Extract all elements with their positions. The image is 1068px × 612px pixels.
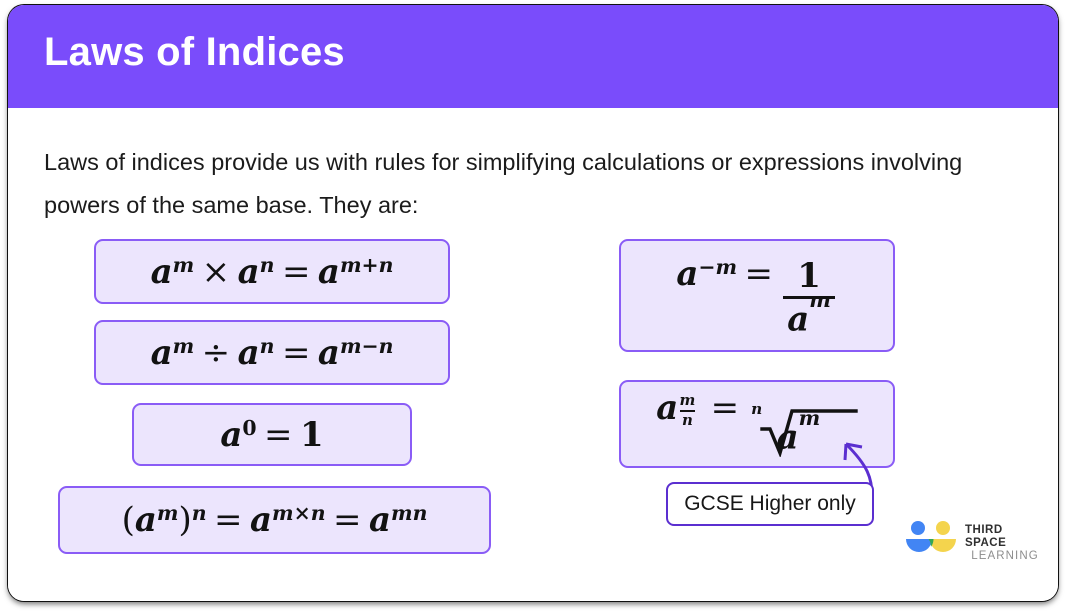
slide-body: Laws of indices provide us with rules fo… xyxy=(8,108,1058,601)
logo-wordmark: THIRD SPACE LEARNING xyxy=(965,524,1045,563)
equals-sign: = xyxy=(333,500,362,540)
root-index: n xyxy=(751,400,763,419)
base: a xyxy=(676,254,699,294)
formula-box-power-of-power: (a m) n = a m×n = a mn xyxy=(58,486,491,554)
formula-box-division: a m ÷ a n = a m−n xyxy=(94,320,450,385)
exponent: m xyxy=(809,288,831,313)
exponent: −m xyxy=(698,255,738,280)
base: a xyxy=(317,332,340,373)
base: a xyxy=(220,414,243,455)
slide-header: Laws of Indices xyxy=(8,5,1058,108)
exponent-numerator: m xyxy=(679,390,696,409)
base: a xyxy=(776,417,799,458)
formula-power-of-power: (a m) n = a m×n = a mn xyxy=(122,503,428,537)
divide-operator: ÷ xyxy=(201,332,231,373)
inner-exponent: m xyxy=(156,501,179,526)
slide-card: Laws of Indices Laws of indices provide … xyxy=(8,5,1058,601)
formula-division: a m ÷ a n = a m−n xyxy=(150,332,394,373)
exponent: m xyxy=(798,406,821,431)
exponent: n xyxy=(259,252,275,277)
formula-box-zero-index: a 0 = 1 xyxy=(132,403,412,466)
base: a xyxy=(368,500,391,540)
base: a xyxy=(656,388,679,428)
equals-sign: = xyxy=(214,500,243,540)
base: a xyxy=(787,298,810,339)
callout-label: GCSE Higher only xyxy=(684,492,856,515)
page-title: Laws of Indices xyxy=(44,30,345,74)
equals-sign: = xyxy=(710,388,740,428)
fractional-exponent: mn xyxy=(679,390,696,430)
base: a xyxy=(237,251,260,292)
open-paren: ( xyxy=(121,500,135,540)
intro-paragraph: Laws of indices provide us with rules fo… xyxy=(44,149,963,218)
exponent: 0 xyxy=(242,415,257,440)
formula-zero-index: a 0 = 1 xyxy=(220,414,324,455)
formula-box-negative-index: a −m = 1 am xyxy=(619,239,895,352)
exponent: m−n xyxy=(339,333,394,358)
exponent: mn xyxy=(391,501,428,526)
fraction: 1 am xyxy=(783,258,835,337)
base: a xyxy=(317,251,340,292)
callout-gcse-higher-only: GCSE Higher only xyxy=(666,482,874,526)
radicand: am xyxy=(776,408,821,458)
exponent: m xyxy=(172,333,195,358)
exponent: n xyxy=(259,333,275,358)
exponent-denominator: n xyxy=(681,411,693,430)
formula-negative-index: a −m = 1 am xyxy=(676,254,837,337)
equals-sign: = xyxy=(281,251,311,292)
formula-multiplication: a m × a n = a m+n xyxy=(150,251,394,292)
base: a xyxy=(250,500,273,540)
exponent: m×n xyxy=(272,501,326,526)
brand-logo: THIRD SPACE LEARNING xyxy=(903,515,1045,563)
close-paren: ) xyxy=(178,500,192,540)
third-space-learning-logo-icon xyxy=(906,521,956,552)
times-operator: × xyxy=(201,251,231,292)
equals-sign: = xyxy=(744,254,774,294)
logo-line-2: LEARNING xyxy=(971,550,1039,562)
base: a xyxy=(150,251,173,292)
result-value: 1 xyxy=(300,414,324,455)
base: a xyxy=(237,332,260,373)
exponent: m+n xyxy=(339,252,394,277)
base: a xyxy=(134,500,157,540)
equals-sign: = xyxy=(264,414,293,455)
exponent: m xyxy=(172,252,195,277)
fraction-denominator: am xyxy=(783,289,835,339)
formula-box-multiplication: a m × a n = a m+n xyxy=(94,239,450,304)
base: a xyxy=(150,332,173,373)
outer-exponent: n xyxy=(191,501,207,526)
logo-line-1: THIRD SPACE xyxy=(965,524,1007,549)
equals-sign: = xyxy=(281,332,311,373)
